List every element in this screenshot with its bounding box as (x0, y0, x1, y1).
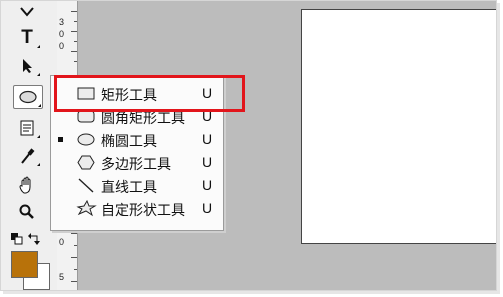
menu-item-shortcut: U (202, 131, 213, 147)
selected-bullet-icon (58, 137, 63, 142)
zoom-icon (19, 204, 34, 219)
menu-item-shortcut: U (202, 177, 213, 193)
screenshot-frame: T 3 0 0 0 5 矩形工具 U 圆角矩形工具 U 椭圆工具 U 多边形工具… (0, 0, 497, 291)
menu-item-label: 椭圆工具 (101, 133, 157, 149)
ellipse-icon (19, 90, 37, 104)
menu-item-line-tool[interactable]: 直线工具 U (51, 174, 223, 197)
polygon-icon (77, 155, 95, 170)
path-selection-tool-button[interactable] (13, 55, 41, 77)
ruler-mark: 5 (59, 272, 65, 282)
ruler-mark: 3 (59, 17, 65, 27)
menu-item-label: 直线工具 (101, 179, 157, 195)
menu-item-label: 多边形工具 (101, 156, 171, 172)
ruler-mark: 0 (59, 237, 65, 247)
menu-item-shortcut: U (202, 108, 213, 124)
hand-icon (19, 176, 31, 194)
eyedropper-tool-button[interactable] (13, 145, 41, 167)
menu-item-rectangle-tool[interactable]: 矩形工具 U (51, 82, 223, 105)
menu-item-ellipse-tool[interactable]: 椭圆工具 U (51, 128, 223, 151)
menu-item-shortcut: U (202, 85, 213, 101)
menu-item-rounded-rectangle-tool[interactable]: 圆角矩形工具 U (51, 105, 223, 128)
eyedropper-icon (21, 148, 35, 164)
ruler-mark: 0 (59, 41, 65, 51)
menu-item-polygon-tool[interactable]: 多边形工具 U (51, 151, 223, 174)
text-tool-button[interactable]: T (13, 27, 41, 49)
text-tool-icon: T (21, 27, 33, 48)
notes-icon (20, 120, 34, 136)
rounded-rectangle-icon (77, 110, 95, 123)
type-tool-top-partial-icon[interactable] (13, 5, 41, 19)
zoom-tool-button[interactable] (13, 201, 41, 223)
notes-tool-button[interactable] (13, 117, 41, 139)
custom-shape-icon (76, 199, 97, 217)
menu-item-shortcut: U (202, 154, 213, 170)
path-selection-icon (23, 59, 32, 73)
menu-item-label: 圆角矩形工具 (101, 110, 185, 126)
foreground-color-swatch[interactable] (11, 251, 38, 278)
menu-item-label: 自定形状工具 (101, 202, 185, 218)
hand-tool-button[interactable] (13, 174, 41, 196)
menu-item-shortcut: U (202, 200, 213, 216)
menu-item-label: 矩形工具 (101, 87, 157, 103)
ellipse-icon (77, 133, 95, 146)
rectangle-icon (77, 87, 95, 100)
ruler-mark: 0 (59, 29, 65, 39)
ellipse-tool-button[interactable] (13, 85, 43, 109)
menu-item-custom-shape-tool[interactable]: 自定形状工具 U (51, 197, 223, 220)
default-colors-icon[interactable] (11, 233, 23, 245)
swap-colors-icon[interactable] (28, 233, 40, 245)
line-icon (78, 178, 94, 193)
shape-tool-flyout-menu: 矩形工具 U 圆角矩形工具 U 椭圆工具 U 多边形工具 U 直线工具 U 自定… (50, 75, 224, 231)
color-controls (11, 233, 47, 245)
document-canvas[interactable] (301, 9, 496, 244)
